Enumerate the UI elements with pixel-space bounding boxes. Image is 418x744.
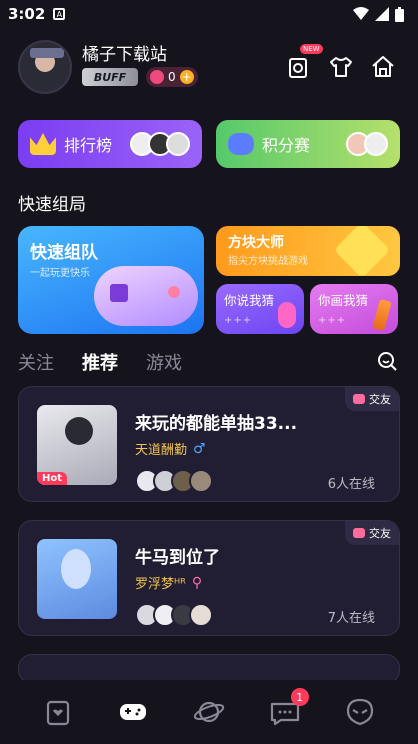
- planet-icon: [193, 701, 225, 723]
- quick-match-title: 快速组局: [18, 195, 86, 215]
- outfit-button[interactable]: [328, 54, 354, 80]
- decoration: +++: [318, 315, 347, 326]
- you-draw-i-guess-label: 你画我猜: [318, 293, 369, 308]
- room-tag-label: 交友: [369, 527, 391, 540]
- points-match-label: 积分赛: [262, 136, 311, 155]
- member-avatars: [135, 469, 213, 493]
- room-card[interactable]: 交友 Hot 来玩的都能单抽33... 天道酬勤 ♂ 6人在线: [18, 386, 400, 502]
- avatar: [189, 603, 213, 627]
- home-icon: [372, 56, 394, 77]
- leaderboard-label: 排行榜: [64, 136, 113, 155]
- decoration: +++: [224, 315, 253, 326]
- pencil-icon: [372, 298, 392, 332]
- tab-following[interactable]: 关注: [18, 349, 54, 375]
- room-card[interactable]: 交友 牛马到位了 罗浮梦ᴴᴿ ⚲ 7人在线: [18, 520, 400, 636]
- tag-icon: [353, 528, 365, 538]
- cards-icon: [46, 700, 69, 726]
- online-count: 7人在线: [327, 611, 375, 626]
- username: 橘子下载站: [82, 45, 167, 65]
- you-draw-i-guess-card[interactable]: 你画我猜 +++: [310, 284, 398, 334]
- add-coin-icon[interactable]: +: [179, 70, 194, 84]
- points-match-banner[interactable]: 积分赛: [216, 120, 400, 168]
- avatar: [189, 469, 213, 493]
- avatar: [364, 132, 388, 156]
- nav-messages[interactable]: 1: [269, 688, 309, 728]
- gamepad-icon: [120, 704, 147, 720]
- status-bar: 3:02 A: [0, 0, 418, 28]
- record-icon: [289, 58, 307, 78]
- nav-cards[interactable]: [42, 696, 74, 728]
- tab-recommended[interactable]: 推荐: [82, 349, 118, 375]
- leaderboard-avatars: [130, 132, 190, 156]
- you-say-i-guess-label: 你说我猜: [224, 293, 275, 308]
- nav-discover[interactable]: [193, 696, 225, 728]
- tab-games[interactable]: 游戏: [146, 349, 182, 375]
- points-match-avatars: [346, 132, 388, 156]
- blocks-icon: [333, 226, 391, 276]
- you-say-i-guess-card[interactable]: 你说我猜 +++: [216, 284, 304, 334]
- room-tag: 交友: [345, 521, 399, 545]
- microphone-icon: [278, 302, 296, 328]
- crown-icon: [30, 133, 56, 155]
- block-master-title: 方块大师: [228, 235, 284, 251]
- quick-team-subtitle: 一起玩更快乐: [30, 268, 90, 279]
- bottom-nav: 1: [0, 680, 418, 744]
- home-button[interactable]: [370, 54, 396, 80]
- signal-icon: [375, 7, 389, 21]
- coin-count: 0: [168, 70, 176, 84]
- search-icon[interactable]: [376, 350, 398, 372]
- gamepad-icon: [94, 266, 198, 326]
- tag-icon: [353, 394, 365, 404]
- game-record-button[interactable]: NEW: [286, 44, 323, 80]
- profile-header: 橘子下载站 BUFF 0 + NEW: [18, 38, 400, 94]
- avatar[interactable]: [18, 40, 72, 94]
- block-master-card[interactable]: 方块大师 指尖方块挑战游戏: [216, 226, 400, 276]
- feed-tabs: 关注 推荐 游戏: [18, 348, 400, 376]
- room-tag-label: 交友: [369, 393, 391, 406]
- new-badge: NEW: [300, 44, 323, 54]
- male-icon: ♂: [193, 440, 206, 457]
- female-icon: ⚲: [191, 574, 203, 591]
- hot-badge: Hot: [37, 472, 68, 485]
- status-indicators: [353, 6, 404, 22]
- coin-icon: [150, 70, 164, 84]
- room-host: 罗浮梦ᴴᴿ ⚲: [135, 573, 203, 593]
- member-avatars: [135, 603, 213, 627]
- host-name: 天道酬勤: [135, 443, 188, 458]
- nav-profile[interactable]: [344, 696, 376, 728]
- status-time: 3:02: [8, 5, 46, 23]
- notification-icon: A: [53, 8, 66, 20]
- quick-team-card[interactable]: 快速组队 一起玩更快乐: [18, 226, 204, 334]
- avatar: [166, 132, 190, 156]
- room-host: 天道酬勤 ♂: [135, 439, 206, 459]
- header-actions: NEW: [286, 44, 396, 80]
- controller-icon: [228, 133, 254, 155]
- message-badge: 1: [290, 688, 309, 706]
- room-cover: [37, 539, 117, 619]
- battery-icon: [395, 6, 404, 22]
- room-title: 牛马到位了: [135, 548, 220, 568]
- leaderboard-banner[interactable]: 排行榜: [18, 120, 202, 168]
- tshirt-icon: [330, 57, 352, 77]
- nav-games[interactable]: [117, 696, 149, 728]
- online-count: 6人在线: [327, 477, 375, 492]
- quick-team-title: 快速组队: [30, 243, 98, 263]
- alien-face-icon: [347, 698, 374, 726]
- coin-balance[interactable]: 0 +: [146, 67, 198, 87]
- host-name: 罗浮梦ᴴᴿ: [135, 577, 186, 592]
- room-title: 来玩的都能单抽33...: [135, 414, 298, 434]
- buff-badge[interactable]: BUFF: [82, 68, 138, 86]
- room-tag: 交友: [345, 387, 399, 411]
- wifi-icon: [353, 7, 369, 20]
- room-cover: Hot: [37, 405, 117, 485]
- block-master-subtitle: 指尖方块挑战游戏: [228, 256, 308, 267]
